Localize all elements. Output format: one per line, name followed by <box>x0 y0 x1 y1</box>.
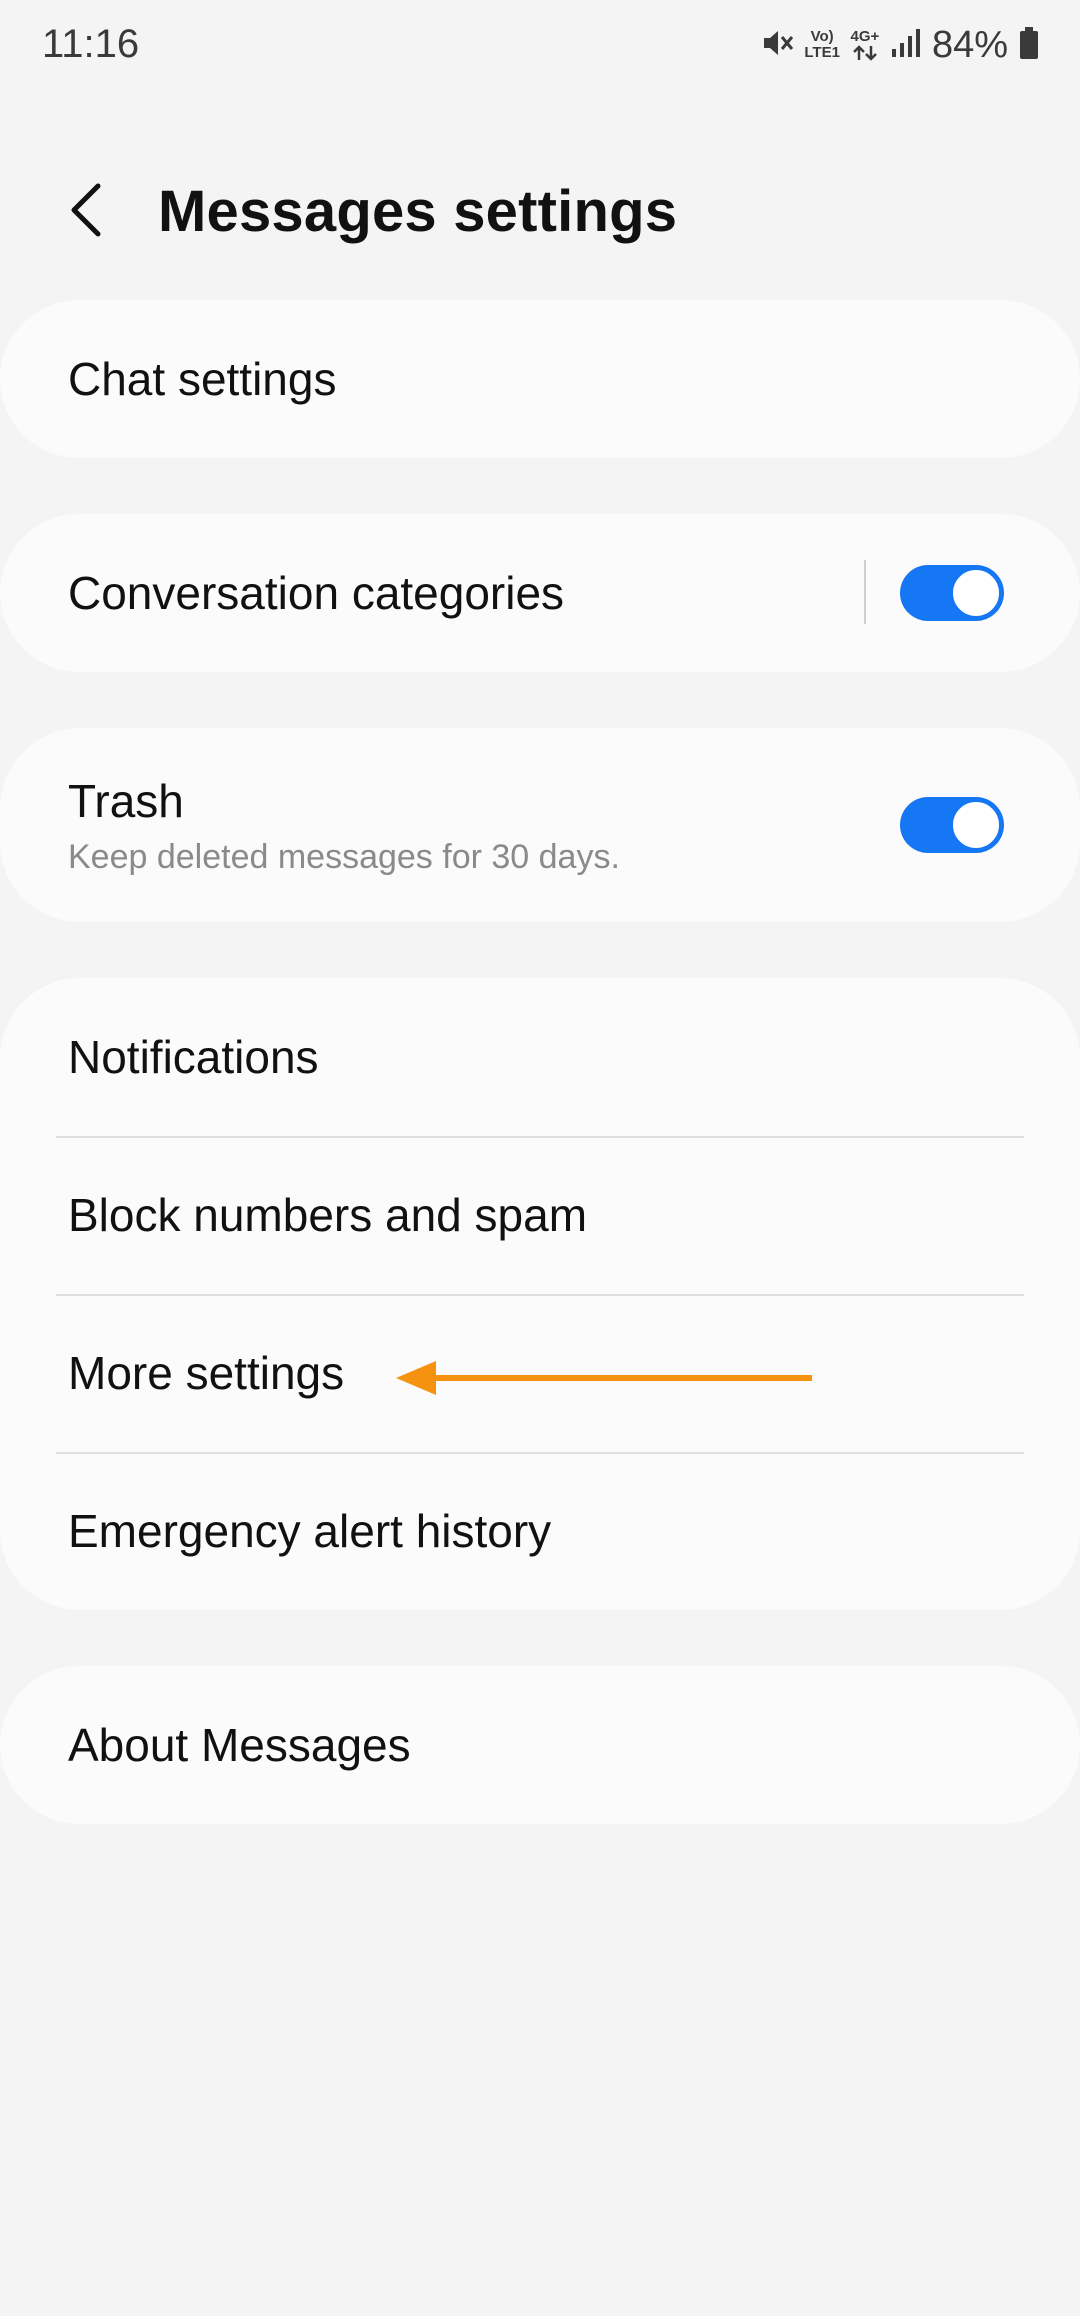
divider-vertical <box>864 560 866 624</box>
back-button[interactable] <box>56 172 116 248</box>
conversation-categories-label: Conversation categories <box>68 567 565 619</box>
block-numbers-item[interactable]: Block numbers and spam <box>0 1136 1080 1294</box>
network-type-label: 4G+ <box>850 28 880 45</box>
data-arrows-icon: 4G+ <box>850 29 880 61</box>
settings-group-card: Notifications Block numbers and spam Mor… <box>0 978 1080 1610</box>
toggle-knob <box>950 799 1002 851</box>
emergency-alert-history-label: Emergency alert history <box>68 1505 552 1557</box>
trash-subtitle: Keep deleted messages for 30 days. <box>68 837 620 876</box>
volte-icon: Vo) LTE1 <box>804 29 840 61</box>
chat-settings-card: Chat settings <box>0 300 1080 458</box>
emergency-alert-history-item[interactable]: Emergency alert history <box>0 1452 1080 1610</box>
page-title: Messages settings <box>158 179 678 244</box>
annotation-arrow-icon <box>396 1361 812 1395</box>
trash-card: Trash Keep deleted messages for 30 days. <box>0 728 1080 922</box>
chevron-left-icon <box>71 183 101 237</box>
notifications-label: Notifications <box>68 1031 319 1083</box>
signal-icon <box>890 27 922 64</box>
app-header: Messages settings <box>0 150 1080 270</box>
volte-top-label: Vo) <box>810 28 834 45</box>
more-settings-label: More settings <box>68 1347 345 1399</box>
about-messages-label: About Messages <box>68 1719 411 1771</box>
conversation-categories-toggle[interactable] <box>900 565 1004 621</box>
about-card: About Messages <box>0 1666 1080 1824</box>
battery-icon <box>1018 26 1040 65</box>
battery-percent: 84% <box>931 23 1008 66</box>
conversation-categories-card: Conversation categories <box>0 514 1080 672</box>
status-time: 11:16 <box>42 22 140 66</box>
trash-toggle[interactable] <box>900 797 1004 853</box>
toggle-knob <box>950 567 1002 619</box>
status-icons: Vo) LTE1 4G+ 84% <box>760 22 1040 68</box>
mute-icon <box>760 26 794 65</box>
notifications-item[interactable]: Notifications <box>0 978 1080 1136</box>
status-bar: 11:16 Vo) LTE1 4G+ 84% <box>0 0 1080 90</box>
chat-settings-label: Chat settings <box>68 353 337 405</box>
trash-label: Trash <box>68 774 184 827</box>
block-numbers-label: Block numbers and spam <box>68 1189 588 1241</box>
chat-settings-item[interactable]: Chat settings <box>0 300 1080 458</box>
volte-bottom-label: LTE1 <box>804 44 840 61</box>
about-messages-item[interactable]: About Messages <box>0 1666 1080 1824</box>
